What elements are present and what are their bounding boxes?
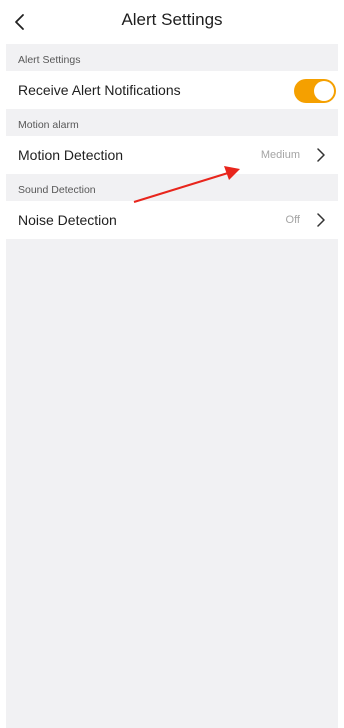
section-label-alert-settings: Alert Settings — [18, 54, 81, 66]
chevron-right-icon — [317, 213, 325, 227]
alert-settings-screen: Alert Settings Alert Settings Receive Al… — [0, 0, 344, 728]
row-label: Noise Detection — [18, 212, 117, 228]
section-label-motion-alarm: Motion alarm — [18, 119, 79, 131]
row-label: Motion Detection — [18, 147, 124, 163]
settings-list: Alert Settings Receive Alert Notificatio… — [6, 44, 338, 728]
row-label: Receive Alert Notifications — [18, 82, 181, 98]
nav-header: Alert Settings — [0, 0, 344, 44]
row-value: Medium — [260, 149, 300, 161]
chevron-right-icon — [317, 148, 325, 162]
section-label-sound-detection: Sound Detection — [18, 184, 96, 196]
row-value: Off — [285, 214, 300, 226]
receive-alert-notifications-row: Receive Alert Notifications — [6, 71, 338, 109]
toggle-knob — [314, 81, 334, 101]
motion-detection-row[interactable]: Motion Detection Medium — [6, 136, 338, 174]
page-title: Alert Settings — [121, 10, 223, 29]
noise-detection-row[interactable]: Noise Detection Off — [6, 201, 338, 239]
receive-alert-notifications-toggle[interactable] — [294, 79, 336, 103]
